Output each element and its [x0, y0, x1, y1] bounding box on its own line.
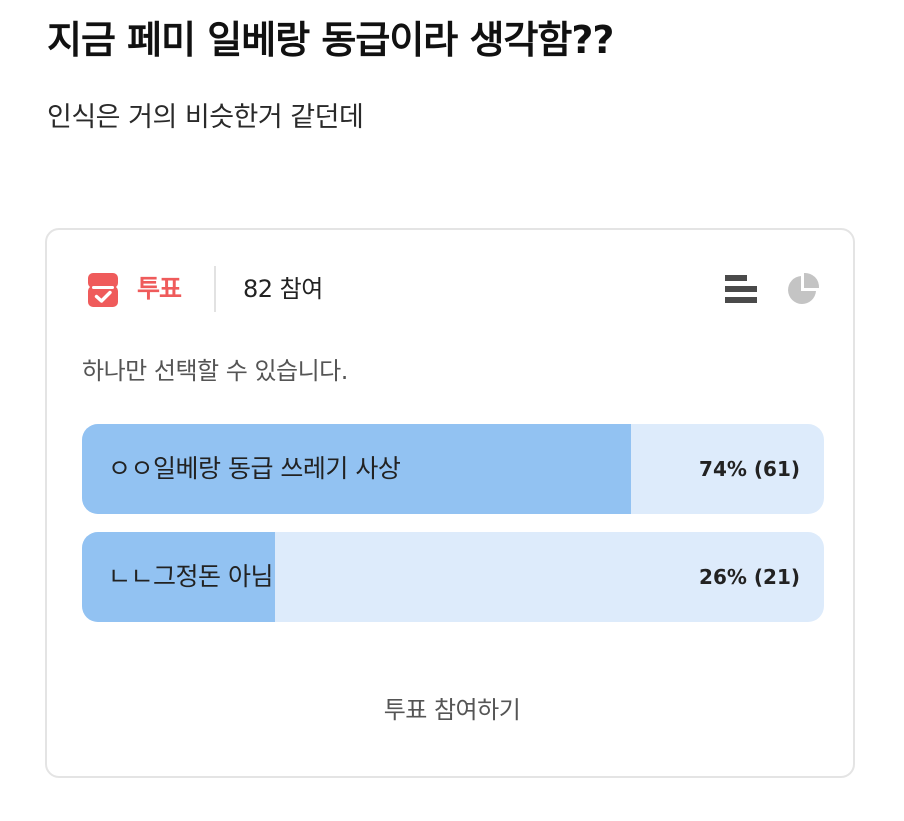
option-result: 26% (21) — [699, 565, 800, 589]
poll-header: 투표 82 참여 — [85, 266, 821, 312]
post-title: 지금 페미 일베랑 동급이라 생각함?? — [47, 18, 614, 62]
poll-instruction: 하나만 선택할 수 있습니다. — [82, 357, 348, 385]
participant-count: 82 참여 — [243, 275, 323, 303]
bar-chart-icon[interactable] — [722, 271, 758, 307]
option-label: ㄴㄴ그정돈 아님 — [108, 562, 273, 591]
option-result: 74% (61) — [699, 457, 800, 481]
post-body: 인식은 거의 비슷한거 같던데 — [47, 102, 364, 133]
poll-card: 투표 82 참여 하나만 선택할 수 있습니다. ㅇㅇ일베랑 동급 쓰레기 사상… — [45, 228, 855, 778]
pie-chart-icon[interactable] — [785, 271, 821, 307]
poll-option[interactable]: ㄴㄴ그정돈 아님 26% (21) — [82, 532, 824, 622]
ballot-box-icon — [88, 273, 118, 307]
poll-option[interactable]: ㅇㅇ일베랑 동급 쓰레기 사상 74% (61) — [82, 424, 824, 514]
header-divider — [214, 266, 216, 312]
vote-submit-button[interactable]: 투표 참여하기 — [302, 682, 602, 732]
option-label: ㅇㅇ일베랑 동급 쓰레기 사상 — [108, 454, 401, 483]
poll-label: 투표 — [137, 274, 182, 303]
